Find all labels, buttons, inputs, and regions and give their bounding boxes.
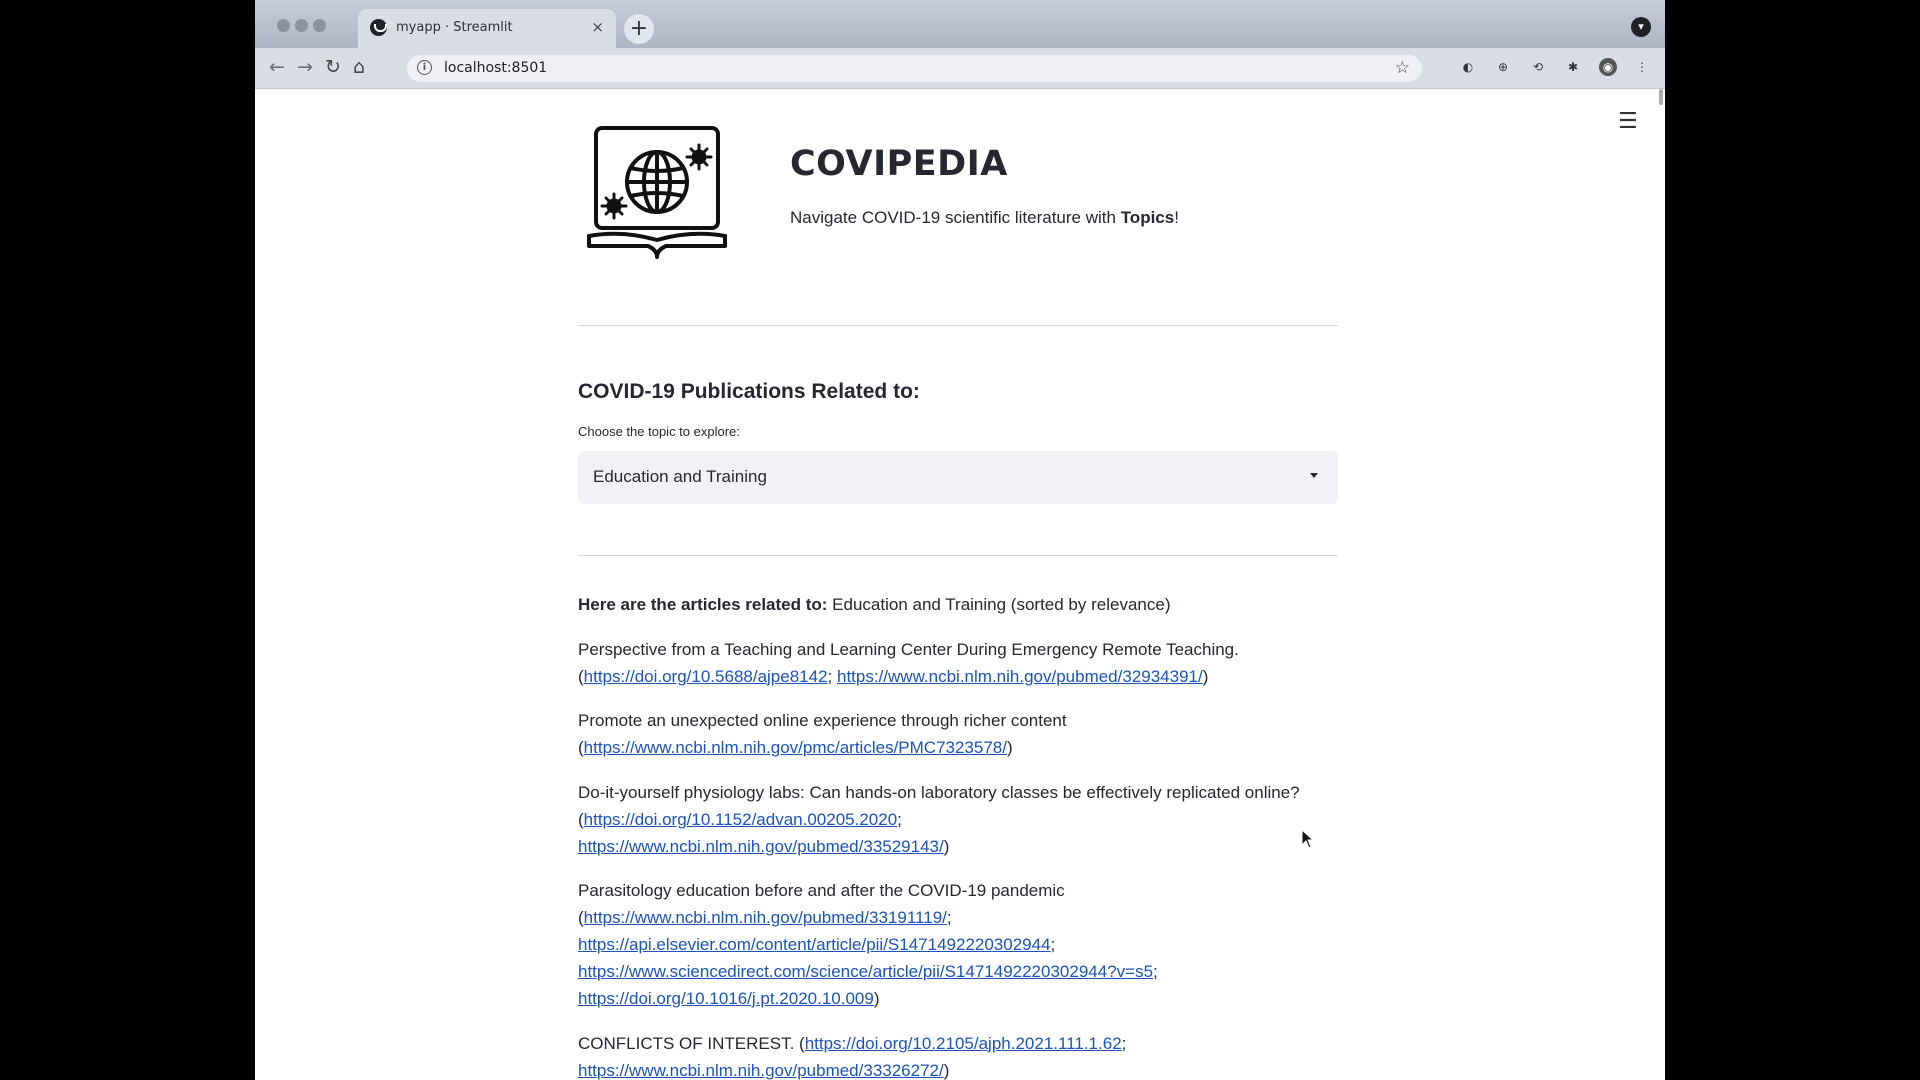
- tab-close-icon[interactable]: ×: [591, 18, 604, 36]
- bookmark-star-icon[interactable]: ☆: [1395, 58, 1410, 78]
- window-zoom-control[interactable]: [313, 19, 326, 32]
- reload-icon[interactable]: ↻: [325, 56, 341, 78]
- app-title: COVIPEDIA: [790, 144, 1008, 184]
- article-link[interactable]: https://doi.org/10.1016/j.pt.2020.10.009: [578, 989, 874, 1008]
- divider: [578, 555, 1338, 556]
- chevron-down-icon: [1310, 473, 1318, 478]
- page-scrollbar[interactable]: [1659, 89, 1663, 105]
- topic-select[interactable]: Education and Training: [578, 451, 1338, 504]
- divider: [578, 325, 1338, 326]
- extension-2-icon[interactable]: ⊕: [1494, 58, 1512, 76]
- window-close-control[interactable]: [277, 19, 290, 32]
- covipedia-logo-icon: [587, 126, 727, 259]
- tab-title: myapp · Streamlit: [396, 20, 513, 35]
- article-item: Parasitology education before and after …: [578, 881, 1158, 1008]
- app-tagline: Navigate COVID-19 scientific literature …: [790, 208, 1179, 228]
- article-link[interactable]: https://doi.org/10.5688/ajpe8142: [584, 667, 828, 686]
- browser-menu-icon[interactable]: ⋮: [1633, 58, 1651, 76]
- tab-search-icon[interactable]: ▾: [1631, 17, 1651, 37]
- browser-window: myapp · Streamlit × + ▾ ← → ↻ ⌂ i localh…: [255, 0, 1665, 1080]
- results-heading: Here are the articles related to: Educat…: [578, 591, 1338, 618]
- window-minimize-control[interactable]: [295, 19, 308, 32]
- article-link[interactable]: https://doi.org/10.2105/ajph.2021.111.1.…: [805, 1034, 1122, 1053]
- streamlit-page: ☰ COVIPEDIA Navigate COVID-19 scientific…: [255, 89, 1665, 1080]
- extension-1-icon[interactable]: ◐: [1459, 58, 1477, 76]
- tagline-topics: Topics: [1120, 208, 1175, 227]
- article-item: Perspective from a Teaching and Learning…: [578, 639, 1239, 686]
- article-title: Do-it-yourself physiology labs: Can hand…: [578, 782, 1300, 802]
- article-link[interactable]: https://api.elsevier.com/content/article…: [578, 935, 1051, 954]
- extension-3-icon[interactable]: ⟲: [1529, 58, 1547, 76]
- article-link[interactable]: https://www.ncbi.nlm.nih.gov/pubmed/3332…: [578, 1061, 944, 1080]
- article-title: Promote an unexpected online experience …: [578, 711, 1067, 730]
- article-link[interactable]: https://www.ncbi.nlm.nih.gov/pubmed/3319…: [584, 908, 947, 927]
- forward-icon[interactable]: →: [297, 56, 313, 78]
- topic-select-label: Choose the topic to explore:: [578, 424, 740, 439]
- url-text[interactable]: localhost:8501: [444, 60, 547, 76]
- profile-avatar[interactable]: ◉: [1599, 58, 1617, 76]
- article-link[interactable]: https://www.sciencedirect.com/science/ar…: [578, 962, 1153, 981]
- results-heading-topic: Education and Training (sorted by releva…: [827, 595, 1171, 614]
- topic-select-value: Education and Training: [593, 467, 767, 486]
- article-link[interactable]: https://www.ncbi.nlm.nih.gov/pmc/article…: [584, 738, 1007, 757]
- article-item: Do-it-yourself physiology labs: Can hand…: [578, 782, 1300, 856]
- streamlit-favicon-icon: [370, 19, 387, 36]
- back-icon[interactable]: ←: [269, 56, 285, 78]
- address-bar[interactable]: i localhost:8501 ☆: [407, 55, 1422, 82]
- extensions-puzzle-icon[interactable]: ✱: [1564, 58, 1582, 76]
- tagline-suffix: !: [1174, 208, 1179, 227]
- tagline-prefix: Navigate COVID-19 scientific literature …: [790, 208, 1121, 227]
- articles-list: Here are the articles related to: Educat…: [578, 591, 1338, 1080]
- browser-tab[interactable]: myapp · Streamlit ×: [358, 9, 616, 48]
- article-item: Promote an unexpected online experience …: [578, 711, 1067, 757]
- article-item: CONFLICTS OF INTEREST. (https://doi.org/…: [578, 1033, 1127, 1080]
- results-heading-label: Here are the articles related to:: [578, 595, 828, 614]
- article-link[interactable]: https://www.ncbi.nlm.nih.gov/pubmed/3352…: [578, 837, 944, 856]
- article-link[interactable]: https://doi.org/10.1152/advan.00205.2020: [584, 810, 898, 829]
- article-title: Perspective from a Teaching and Learning…: [578, 639, 1239, 659]
- article-title: CONFLICTS OF INTEREST.: [578, 1033, 795, 1053]
- section-title: COVID-19 Publications Related to:: [578, 380, 920, 403]
- new-tab-button[interactable]: +: [624, 14, 654, 44]
- hamburger-menu-icon[interactable]: ☰: [1618, 109, 1638, 134]
- article-title: Parasitology education before and after …: [578, 881, 1065, 900]
- site-info-icon[interactable]: i: [417, 60, 432, 75]
- tab-strip: myapp · Streamlit × + ▾: [255, 0, 1665, 48]
- browser-toolbar: ← → ↻ ⌂ i localhost:8501 ☆ ◐ ⊕ ⟲ ✱ ◉ ⋮: [255, 48, 1665, 89]
- mouse-cursor-icon: [1301, 829, 1315, 849]
- article-link[interactable]: https://www.ncbi.nlm.nih.gov/pubmed/3293…: [837, 667, 1203, 686]
- home-icon[interactable]: ⌂: [353, 56, 365, 78]
